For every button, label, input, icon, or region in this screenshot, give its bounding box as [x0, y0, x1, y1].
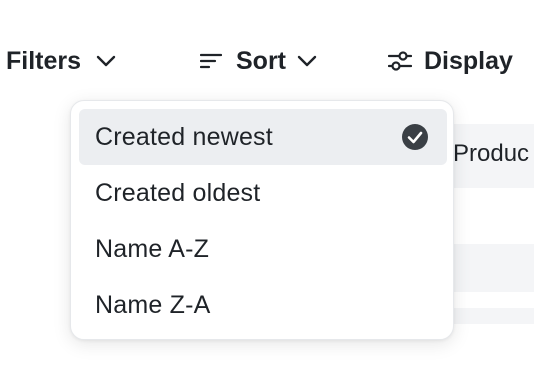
sort-dropdown-menu: Created newest Created oldest Name A-Z N… [70, 100, 454, 340]
sort-option-name-z-a[interactable]: Name Z-A [79, 277, 447, 333]
menu-item-label: Name A-Z [95, 234, 210, 263]
sort-option-created-oldest[interactable]: Created oldest [79, 165, 447, 221]
display-label: Display [424, 47, 513, 75]
chevron-down-icon [95, 54, 117, 68]
sliders-icon [388, 50, 412, 72]
menu-item-label: Created newest [95, 122, 273, 151]
sort-option-created-newest[interactable]: Created newest [79, 109, 447, 165]
filters-label: Filters [6, 47, 82, 75]
sort-lines-icon [200, 52, 222, 70]
table-row [440, 244, 534, 292]
menu-item-label: Name Z-A [95, 290, 211, 319]
sort-button[interactable]: Sort [200, 42, 318, 80]
table-row [440, 308, 534, 324]
chevron-down-icon [296, 54, 318, 68]
filters-button[interactable]: Filters [0, 42, 117, 80]
check-circle-icon [401, 123, 429, 151]
sort-option-name-a-z[interactable]: Name A-Z [79, 221, 447, 277]
display-button[interactable]: Display [388, 42, 513, 80]
sort-label: Sort [236, 47, 286, 75]
menu-item-label: Created oldest [95, 178, 261, 207]
column-header-label: Produc [453, 140, 530, 167]
